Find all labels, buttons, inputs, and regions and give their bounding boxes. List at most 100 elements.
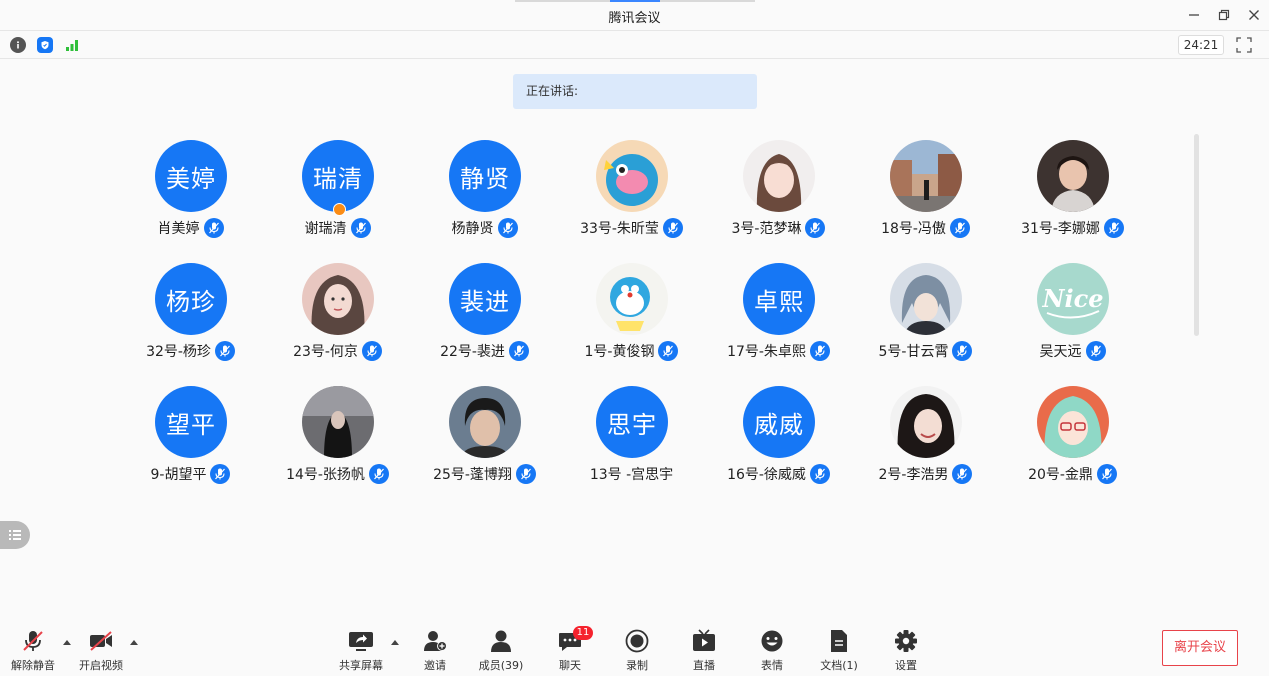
- participant-tile[interactable]: 望平 9-胡望平: [117, 386, 264, 496]
- participant-name-row: 16号-徐威威: [705, 464, 852, 484]
- record-button[interactable]: 录制: [607, 629, 667, 673]
- fullscreen-icon[interactable]: [1236, 37, 1252, 53]
- participant-tile[interactable]: 静贤 杨静贤: [411, 140, 558, 250]
- participant-name: 14号-张扬帆: [286, 467, 365, 483]
- video-options-caret-icon[interactable]: [129, 638, 139, 646]
- participant-name-row: 肖美婷: [117, 218, 264, 238]
- muted-mic-icon: [368, 464, 389, 484]
- participant-tile[interactable]: Nice 吴天远: [999, 263, 1146, 373]
- participant-tile[interactable]: 1号-黄俊钢: [558, 263, 705, 373]
- participant-name-row: 13号 -宫思宇: [558, 464, 705, 484]
- meeting-timer: 24:21: [1178, 35, 1224, 55]
- muted-mic-icon: [952, 464, 973, 484]
- participant-avatar: 威威: [743, 386, 815, 458]
- side-panel-toggle[interactable]: [0, 521, 30, 549]
- participant-tile[interactable]: 23号-何京: [264, 263, 411, 373]
- settings-button[interactable]: 设置: [876, 629, 936, 673]
- muted-mic-icon: [515, 464, 536, 484]
- participant-avatar: Nice: [1037, 263, 1109, 335]
- participant-name: 1号-黄俊钢: [584, 344, 655, 360]
- participant-avatar: [1037, 140, 1109, 212]
- participant-avatar: [449, 386, 521, 458]
- invite-button[interactable]: 邀请: [405, 629, 465, 673]
- live-stream-button[interactable]: 直播: [674, 629, 734, 673]
- emoji-button[interactable]: 表情: [742, 629, 802, 673]
- participant-tile[interactable]: 卓熙 17号-朱卓熙: [705, 263, 852, 373]
- participant-name: 32号-杨珍: [146, 344, 211, 360]
- muted-mic-icon: [809, 464, 830, 484]
- muted-mic-icon: [658, 341, 679, 361]
- participant-name-row: 25号-蓬博翔: [411, 464, 558, 484]
- participant-name-row: 5号-甘云霄: [852, 341, 999, 361]
- muted-mic-icon: [350, 218, 371, 238]
- participant-name-row: 23号-何京: [264, 341, 411, 361]
- participant-avatar: [1037, 386, 1109, 458]
- muted-mic-icon: [952, 341, 973, 361]
- invite-user-icon: [424, 631, 447, 651]
- participant-name: 22号-裴进: [440, 344, 505, 360]
- participant-name: 2号-李浩男: [878, 467, 949, 483]
- unmute-button[interactable]: 解除静音: [3, 629, 63, 673]
- participant-tile[interactable]: 杨珍 32号-杨珍: [117, 263, 264, 373]
- participant-avatar: 裴进: [449, 263, 521, 335]
- unread-chat-badge: 11: [573, 626, 593, 640]
- participant-tile[interactable]: 25号-蓬博翔: [411, 386, 558, 496]
- info-icon[interactable]: [10, 37, 26, 53]
- participant-avatar: 卓熙: [743, 263, 815, 335]
- gear-icon: [895, 630, 917, 652]
- participant-tile[interactable]: 瑞清 谢瑞清: [264, 140, 411, 250]
- participant-name-row: 31号-李娜娜: [999, 218, 1146, 238]
- share-screen-button[interactable]: 共享屏幕: [331, 629, 391, 673]
- participant-avatar: [890, 263, 962, 335]
- muted-mic-icon: [1085, 341, 1106, 361]
- participant-avatar: [890, 140, 962, 212]
- participant-name: 23号-何京: [293, 344, 358, 360]
- close-icon[interactable]: [1243, 4, 1265, 26]
- muted-mic-icon: [497, 218, 518, 238]
- participant-tile[interactable]: 31号-李娜娜: [999, 140, 1146, 250]
- window-drag-indicator: [515, 0, 755, 2]
- participant-tile[interactable]: 思宇 13号 -宫思宇: [558, 386, 705, 496]
- muted-mic-icon: [361, 341, 382, 361]
- participant-tile[interactable]: 5号-甘云霄: [852, 263, 999, 373]
- start-video-button[interactable]: 开启视频: [71, 629, 131, 673]
- participant-avatar: 思宇: [596, 386, 668, 458]
- network-signal-icon[interactable]: [64, 37, 80, 53]
- participant-scrollbar[interactable]: [1194, 134, 1199, 336]
- members-button[interactable]: 成员(39): [471, 629, 531, 673]
- nice-logo-lettering: Nice: [1042, 284, 1104, 313]
- participant-avatar: 静贤: [449, 140, 521, 212]
- muted-mic-icon: [1096, 464, 1117, 484]
- participant-tile[interactable]: 裴进 22号-裴进: [411, 263, 558, 373]
- host-badge-icon: [333, 203, 346, 216]
- leave-meeting-button[interactable]: 离开会议: [1162, 630, 1238, 666]
- live-stream-icon: [693, 629, 715, 651]
- participant-name: 31号-李娜娜: [1021, 221, 1100, 237]
- participant-tile[interactable]: 威威 16号-徐威威: [705, 386, 852, 496]
- participant-tile[interactable]: 2号-李浩男: [852, 386, 999, 496]
- participant-name-row: 32号-杨珍: [117, 341, 264, 361]
- participant-tile[interactable]: 美婷 肖美婷: [117, 140, 264, 250]
- participant-name: 3号-范梦琳: [731, 221, 802, 237]
- participant-tile[interactable]: 20号-金鼎: [999, 386, 1146, 496]
- participant-name-row: 1号-黄俊钢: [558, 341, 705, 361]
- security-shield-icon[interactable]: [37, 37, 53, 53]
- documents-button[interactable]: 文档(1): [809, 629, 869, 673]
- participant-name-row: 20号-金鼎: [999, 464, 1146, 484]
- restore-icon[interactable]: [1213, 4, 1235, 26]
- muted-mic-icon: [809, 341, 830, 361]
- muted-mic-icon: [23, 631, 43, 651]
- participant-name: 25号-蓬博翔: [433, 467, 512, 483]
- participant-name: 17号-朱卓熙: [727, 344, 806, 360]
- participant-name: 20号-金鼎: [1028, 467, 1093, 483]
- participant-name: 16号-徐威威: [727, 467, 806, 483]
- chat-button[interactable]: 聊天 11: [540, 626, 600, 673]
- participant-tile[interactable]: 33号-朱昕莹: [558, 140, 705, 250]
- participant-tile[interactable]: 14号-张扬帆: [264, 386, 411, 496]
- share-options-caret-icon[interactable]: [390, 638, 400, 646]
- participant-tile[interactable]: 18号-冯傲: [852, 140, 999, 250]
- participant-tile[interactable]: 3号-范梦琳: [705, 140, 852, 250]
- active-speaker-indicator: 正在讲话:: [513, 74, 757, 109]
- minimize-icon[interactable]: [1183, 4, 1205, 26]
- participant-name-row: 18号-冯傲: [852, 218, 999, 238]
